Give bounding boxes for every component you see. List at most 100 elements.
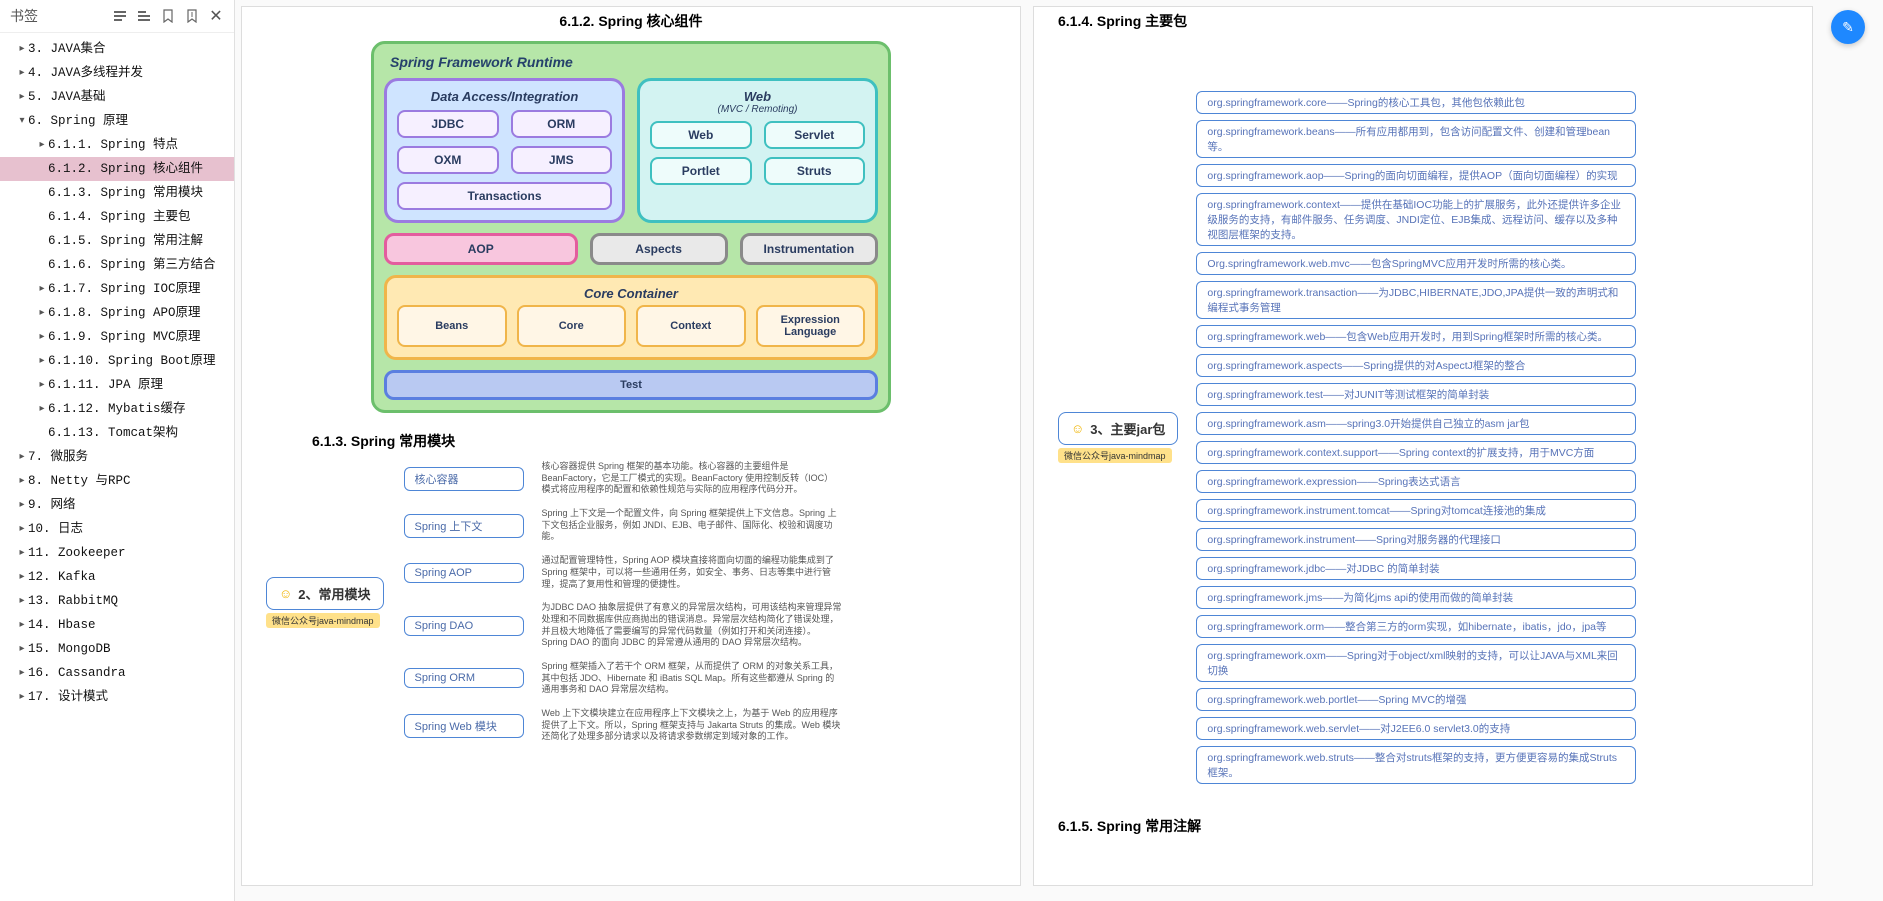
bookmark-flag-icon[interactable] [184,8,200,24]
bookmark-item[interactable]: 6.1.4. Spring 主要包 [0,205,234,229]
caret-icon: ▸ [16,661,28,685]
bookmark-item[interactable]: ▸6.1.7. Spring IOC原理 [0,277,234,301]
caret-icon: ▸ [36,397,48,421]
group-title: Data Access/Integration [397,89,612,104]
module-box: Transactions [397,182,612,210]
diagram-title: Spring Framework Runtime [390,54,878,70]
caret-icon: ▾ [16,109,28,133]
mindmap-leaf: org.springframework.web.servlet——对J2EE6.… [1196,717,1636,740]
mindmap-node: Spring Web 模块 [404,714,524,738]
bookmark-item[interactable]: ▸10. 日志 [0,517,234,541]
group-subtitle: (MVC / Remoting) [650,104,865,115]
module-box: Web [650,121,752,149]
bookmark-item[interactable]: 6.1.5. Spring 常用注解 [0,229,234,253]
mindmap-leaf: org.springframework.web.portlet——Spring … [1196,688,1636,711]
close-icon[interactable]: ✕ [208,8,224,24]
mindmap-description: Spring 上下文是一个配置文件，向 Spring 框架提供上下文信息。Spr… [542,508,842,543]
bookmark-item[interactable]: ▸3. JAVA集合 [0,37,234,61]
module-box: Portlet [650,157,752,185]
caret-icon: ▸ [16,469,28,493]
bookmark-item[interactable]: 6.1.6. Spring 第三方结合 [0,253,234,277]
mindmap-leaf: org.springframework.instrument——Spring对服… [1196,528,1636,551]
bookmark-label: 9. 网络 [28,493,76,517]
bookmark-item[interactable]: ▸16. Cassandra [0,661,234,685]
bookmark-label: 6.1.5. Spring 常用注解 [48,229,203,253]
mindmap-leaf: org.springframework.web.struts——整合对strut… [1196,746,1636,784]
module-box: Aspects [590,233,728,265]
mindmap-leaf: org.springframework.asm——spring3.0开始提供自己… [1196,412,1636,435]
document-viewer[interactable]: 6.1.2. Spring 核心组件 Spring Framework Runt… [235,0,1883,901]
outline-expand-icon[interactable] [112,8,128,24]
caret-icon: ▸ [36,133,48,157]
bookmarks-tree[interactable]: ▸3. JAVA集合▸4. JAVA多线程并发▸5. JAVA基础▾6. Spr… [0,33,234,901]
mindmap-main-jars: ☺ 3、主要jar包 微信公众号java-mindmap org.springf… [1058,91,1788,784]
caret-icon: ▸ [36,277,48,301]
bookmark-item[interactable]: ▸17. 设计模式 [0,685,234,709]
bookmark-label: 6.1.12. Mybatis缓存 [48,397,186,421]
mindmap-root-label: 3、主要jar包 [1090,419,1165,438]
edit-fab-button[interactable]: ✎ [1831,10,1865,44]
bookmark-item[interactable]: ▸7. 微服务 [0,445,234,469]
bookmark-item[interactable]: ▸6.1.11. JPA 原理 [0,373,234,397]
bookmark-item[interactable]: ▸8. Netty 与RPC [0,469,234,493]
bookmark-item[interactable]: 6.1.2. Spring 核心组件 [0,157,234,181]
bookmark-item[interactable]: ▾6. Spring 原理 [0,109,234,133]
bookmark-item[interactable]: 6.1.13. Tomcat架构 [0,421,234,445]
caret-icon: ▸ [36,349,48,373]
bookmark-label: 6.1.1. Spring 特点 [48,133,178,157]
bookmark-item[interactable]: ▸13. RabbitMQ [0,589,234,613]
mindmap-leaf: org.springframework.transaction——为JDBC,H… [1196,281,1636,319]
bookmark-item[interactable]: ▸6.1.8. Spring APO原理 [0,301,234,325]
mindmap-root: ☺ 3、主要jar包 [1058,412,1178,445]
bookmark-item[interactable]: ▸9. 网络 [0,493,234,517]
mindmap-leaf: org.springframework.core——Spring的核心工具包，其… [1196,91,1636,114]
mindmap-leaf: org.springframework.instrument.tomcat——S… [1196,499,1636,522]
bookmark-label: 13. RabbitMQ [28,589,118,613]
caret-icon: ▸ [36,301,48,325]
bookmark-label: 4. JAVA多线程并发 [28,61,143,85]
mindmap-leaf: org.springframework.beans——所有应用都用到，包含访问配… [1196,120,1636,158]
bookmark-item[interactable]: ▸5. JAVA基础 [0,85,234,109]
bookmark-label: 10. 日志 [28,517,83,541]
mindmap-branch: Spring 上下文Spring 上下文是一个配置文件，向 Spring 框架提… [404,508,862,543]
mindmap-common-modules: ☺ 2、常用模块 微信公众号java-mindmap 核心容器核心容器提供 Sp… [266,461,996,743]
mindmap-leaf: org.springframework.aspects——Spring提供的对A… [1196,354,1636,377]
mindmap-leaf: org.springframework.aop——Spring的面向切面编程，提… [1196,164,1636,187]
bookmark-item[interactable]: ▸6.1.10. Spring Boot原理 [0,349,234,373]
module-box: Servlet [764,121,866,149]
bookmark-item[interactable]: ▸6.1.9. Spring MVC原理 [0,325,234,349]
module-box: Test [384,370,878,400]
pencil-icon: ✎ [1842,19,1854,36]
module-box: ORM [511,110,613,138]
mindmap-leaf: org.springframework.jms——为简化jms api的使用而做… [1196,586,1636,609]
bookmark-item[interactable]: ▸12. Kafka [0,565,234,589]
section-heading: 6.1.5. Spring 常用注解 [1058,816,1788,836]
mindmap-description: Web 上下文模块建立在应用程序上下文模块之上，为基于 Web 的应用程序提供了… [542,708,842,743]
bookmark-label: 6.1.6. Spring 第三方结合 [48,253,216,277]
outline-collapse-icon[interactable] [136,8,152,24]
bookmark-label: 7. 微服务 [28,445,88,469]
bookmark-item[interactable]: ▸14. Hbase [0,613,234,637]
caret-icon: ▸ [16,85,28,109]
bookmark-item[interactable]: ▸15. MongoDB [0,637,234,661]
bookmark-label: 6.1.2. Spring 核心组件 [48,157,203,181]
bookmark-item[interactable]: ▸11. Zookeeper [0,541,234,565]
bookmark-item[interactable]: 6.1.3. Spring 常用模块 [0,181,234,205]
mindmap-leaf: org.springframework.test——对JUNIT等测试框架的简单… [1196,383,1636,406]
bookmark-add-icon[interactable] [160,8,176,24]
mindmap-branch: Spring Web 模块 Web 上下文模块建立在应用程序上下文模块之上，为基于… [404,708,862,743]
caret-icon: ▸ [16,589,28,613]
bookmark-item[interactable]: ▸4. JAVA多线程并发 [0,61,234,85]
mindmap-root-label: 2、常用模块 [298,584,370,603]
bookmark-item[interactable]: ▸6.1.12. Mybatis缓存 [0,397,234,421]
mindmap-description: Spring 框架插入了若干个 ORM 框架，从而提供了 ORM 的对象关系工具… [542,661,842,696]
module-box: Struts [764,157,866,185]
mindmap-leaf: org.springframework.context——提供在基础IOC功能上… [1196,193,1636,246]
bookmark-label: 6.1.13. Tomcat架构 [48,421,178,445]
document-page: 6.1.2. Spring 核心组件 Spring Framework Runt… [241,6,1021,886]
bookmark-label: 6. Spring 原理 [28,109,128,133]
caret-icon: ▸ [16,613,28,637]
bookmark-label: 8. Netty 与RPC [28,469,131,493]
bookmark-item[interactable]: ▸6.1.1. Spring 特点 [0,133,234,157]
module-box: Context [636,305,746,347]
